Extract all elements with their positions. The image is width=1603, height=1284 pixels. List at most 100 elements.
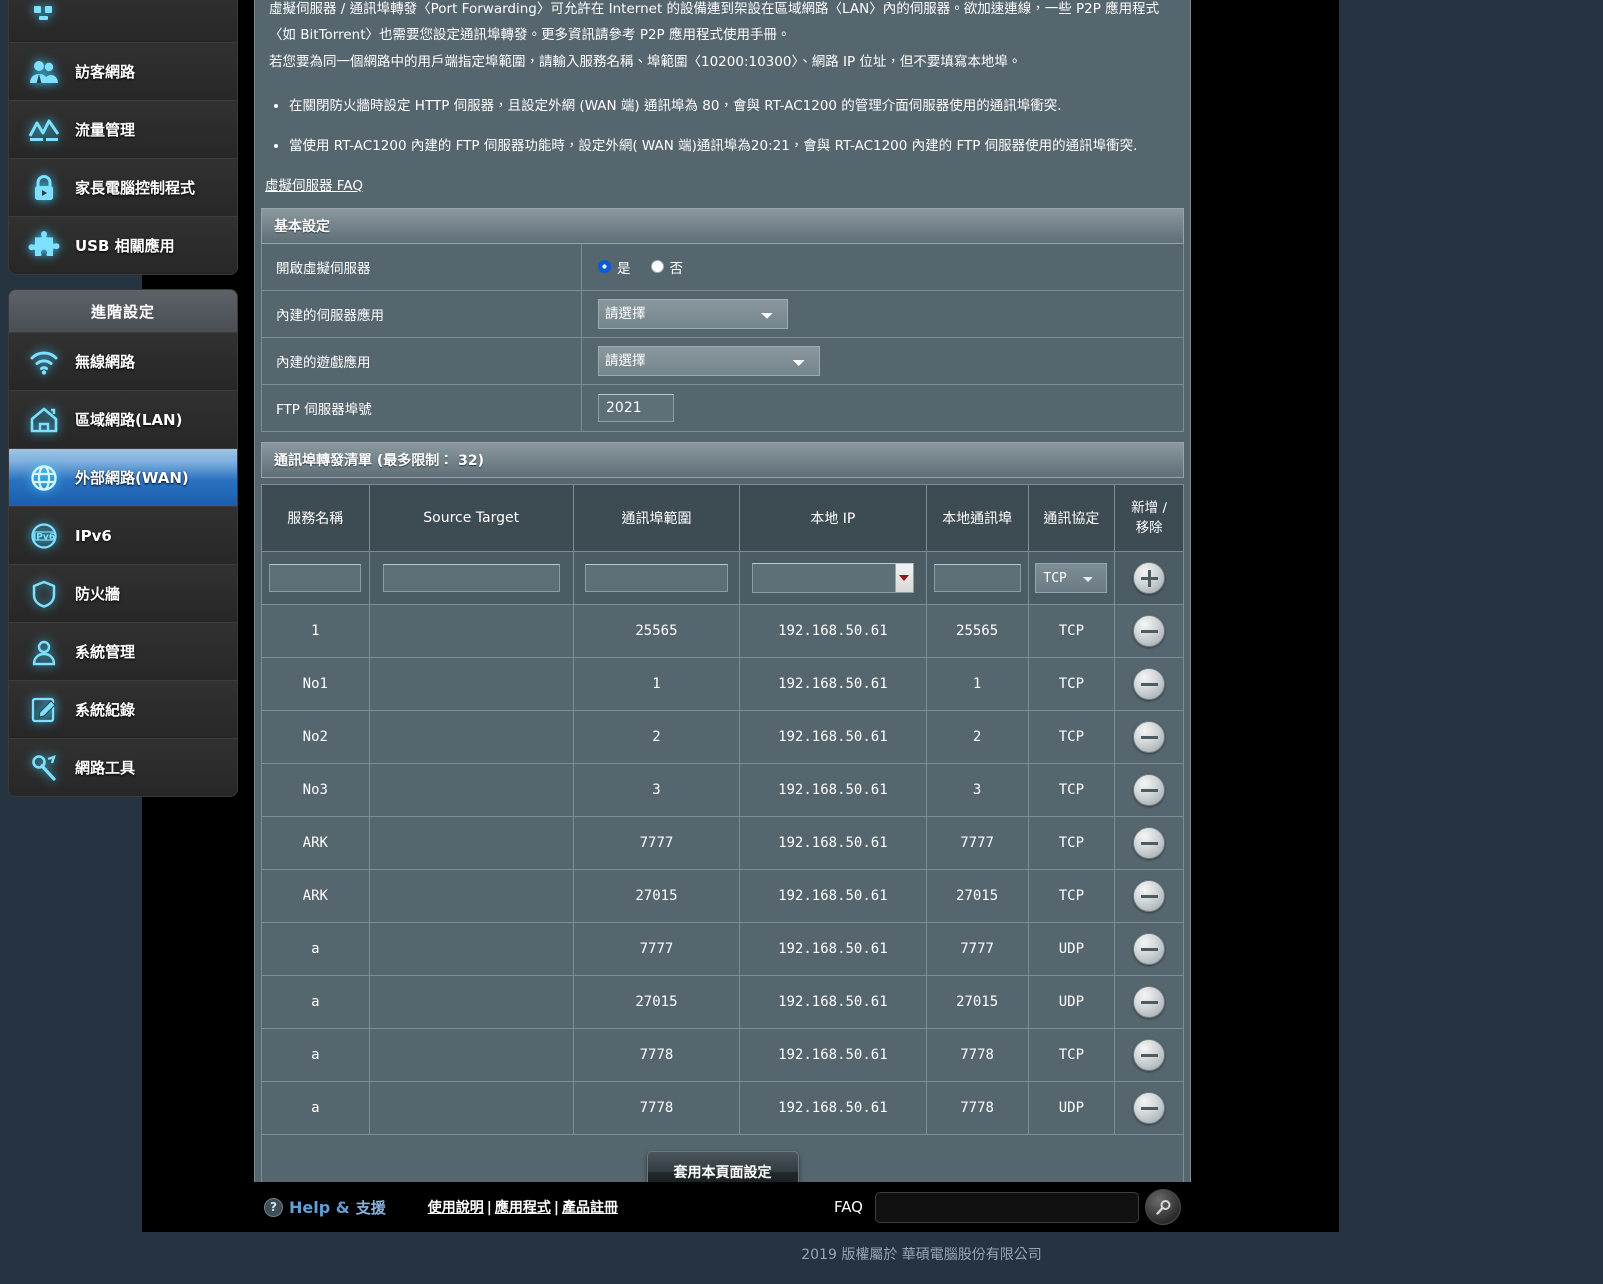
sidebar-item-traffic-manager[interactable]: 流量管理 — [9, 100, 237, 158]
port-range-cell: 3 — [572, 763, 741, 818]
remove-cell — [1114, 1028, 1184, 1083]
local-port-cell: 3 — [925, 763, 1029, 818]
col-protocol: 通訊協定 — [1027, 484, 1116, 553]
protocol-cell: TCP — [1027, 657, 1116, 712]
sidebar-general-block: 訪客網路 流量管理 家長電腦控制程式 USB 相關應用 — [8, 0, 238, 275]
link-product-registration[interactable]: 產品註冊 — [562, 1200, 618, 1216]
faq-search-input[interactable] — [875, 1191, 1139, 1223]
ftp-port-input[interactable] — [598, 394, 674, 423]
port-range-cell: 27015 — [572, 975, 741, 1030]
remove-rule-button[interactable] — [1133, 986, 1166, 1019]
lock-icon — [23, 168, 65, 208]
source-target-cell — [368, 975, 574, 1030]
new-source-target-input[interactable] — [382, 564, 560, 593]
remove-rule-button[interactable] — [1133, 721, 1166, 754]
remove-rule-button[interactable] — [1133, 933, 1166, 966]
service-name-cell: ARK — [261, 869, 370, 924]
minus-icon — [1140, 1047, 1158, 1064]
shield-icon — [23, 574, 65, 614]
local-port-cell: 7778 — [925, 1028, 1029, 1083]
enable-yes-radio[interactable] — [598, 260, 611, 274]
virtual-server-faq-link[interactable]: 虛擬伺服器 FAQ — [265, 174, 363, 194]
service-name-cell: ARK — [261, 816, 370, 871]
puzzle-icon — [23, 226, 65, 266]
new-port-range-input[interactable] — [584, 564, 729, 593]
new-local-port-input[interactable] — [933, 564, 1021, 593]
footer-links: 使用說明 | 應用程式 | 產品註冊 — [428, 1197, 618, 1217]
sidebar-item-label: 外部網路(WAN) — [75, 469, 189, 487]
enable-no-radio[interactable] — [650, 260, 664, 274]
table-row: No3 3 192.168.50.61 3 TCP — [261, 763, 1184, 818]
enable-no-label: 否 — [669, 260, 684, 277]
local-port-cell: 1 — [925, 657, 1029, 712]
col-local-ip: 本地 IP — [739, 484, 927, 553]
sidebar-item-partial-top[interactable] — [9, 0, 237, 42]
footer-separator-2: | — [553, 1200, 559, 1216]
new-local-ip-input[interactable] — [752, 563, 914, 594]
sidebar-item-ipv6[interactable]: IPv6 IPv6 — [9, 506, 237, 564]
local-port-cell: 7777 — [925, 922, 1029, 977]
port-range-cell: 7778 — [572, 1028, 741, 1083]
table-row: ARK 7777 192.168.50.61 7777 TCP — [261, 816, 1184, 871]
minus-icon — [1140, 729, 1158, 746]
description-paragraph-1: 虛擬伺服器 / 通訊埠轉發〈Port Forwarding〉可允許在 Inter… — [269, 1, 1160, 44]
minus-icon — [1140, 888, 1158, 905]
sidebar-item-wireless[interactable]: 無線網路 — [9, 332, 237, 390]
sidebar-item-system-log[interactable]: 系統紀錄 — [9, 680, 237, 738]
remove-cell — [1114, 922, 1184, 977]
col-service-name: 服務名稱 — [261, 484, 370, 553]
sidebar-item-lan[interactable]: 區域網路(LAN) — [9, 390, 237, 448]
notepad-pencil-icon — [23, 690, 65, 730]
sidebar-item-parental-control[interactable]: 家長電腦控制程式 — [9, 158, 237, 216]
local-port-cell: 27015 — [925, 975, 1029, 1030]
footer: ? Help & 支援 使用說明 | 應用程式 | 產品註冊 FAQ — [254, 1182, 1191, 1232]
local-ip-dropdown-arrow-icon[interactable] — [894, 564, 913, 593]
remove-rule-button[interactable] — [1133, 615, 1166, 648]
table-row: 1 25565 192.168.50.61 25565 TCP — [261, 604, 1184, 659]
port-range-cell: 2 — [572, 710, 741, 765]
new-service-name-input[interactable] — [269, 564, 362, 593]
sidebar-item-administration[interactable]: 系統管理 — [9, 622, 237, 680]
faq-search-button[interactable] — [1145, 1189, 1181, 1225]
protocol-cell: TCP — [1027, 763, 1116, 818]
service-name-cell: a — [261, 1028, 370, 1083]
local-port-cell: 27015 — [925, 869, 1029, 924]
sidebar-advanced-block: 進階設定 無線網路 區域網路(LAN) 外部網路(WAN) IPv6 IPv6 … — [8, 289, 238, 797]
protocol-cell: TCP — [1027, 816, 1116, 871]
table-row: a 7777 192.168.50.61 7777 UDP — [261, 922, 1184, 977]
remove-rule-button[interactable] — [1133, 668, 1166, 701]
service-name-cell: No1 — [261, 657, 370, 712]
sidebar-item-label: 區域網路(LAN) — [75, 411, 183, 429]
remove-cell — [1114, 1081, 1184, 1136]
sidebar-item-network-tools[interactable]: 網路工具 — [9, 738, 237, 796]
sidebar-item-wan[interactable]: 外部網路(WAN) — [9, 448, 237, 506]
basic-settings-title: 基本設定 — [261, 207, 1184, 244]
protocol-cell: TCP — [1027, 604, 1116, 659]
sidebar-item-usb-application[interactable]: USB 相關應用 — [9, 216, 237, 274]
local-ip-cell: 192.168.50.61 — [739, 816, 927, 871]
table-row: a 7778 192.168.50.61 7778 UDP — [261, 1081, 1184, 1136]
remove-rule-button[interactable] — [1133, 880, 1166, 913]
famous-game-select[interactable]: 請選擇 — [598, 346, 820, 377]
local-ip-cell: 192.168.50.61 — [739, 1081, 927, 1136]
wifi-icon — [23, 342, 65, 382]
help-support-link[interactable]: ? Help & 支援 — [264, 1197, 386, 1218]
traffic-chart-icon — [23, 110, 65, 150]
source-target-cell — [368, 604, 574, 659]
port-range-cell: 1 — [572, 657, 741, 712]
famous-server-select[interactable]: 請選擇 — [598, 299, 788, 330]
remove-rule-button[interactable] — [1133, 774, 1166, 807]
link-applications[interactable]: 應用程式 — [495, 1200, 551, 1216]
remove-rule-button[interactable] — [1133, 1039, 1166, 1072]
sidebar-item-label: 家長電腦控制程式 — [75, 179, 196, 197]
sidebar-item-guest-network[interactable]: 訪客網路 — [9, 42, 237, 100]
add-rule-button[interactable] — [1133, 562, 1166, 595]
service-name-cell: a — [261, 975, 370, 1030]
sidebar-item-firewall[interactable]: 防火牆 — [9, 564, 237, 622]
new-protocol-select[interactable]: TCP — [1035, 563, 1108, 594]
link-manual[interactable]: 使用說明 — [428, 1200, 484, 1216]
source-target-cell — [368, 1081, 574, 1136]
remove-rule-button[interactable] — [1133, 1092, 1166, 1125]
remove-rule-button[interactable] — [1133, 827, 1166, 860]
enable-virtual-server-label: 開啟虛擬伺服器 — [261, 243, 582, 292]
